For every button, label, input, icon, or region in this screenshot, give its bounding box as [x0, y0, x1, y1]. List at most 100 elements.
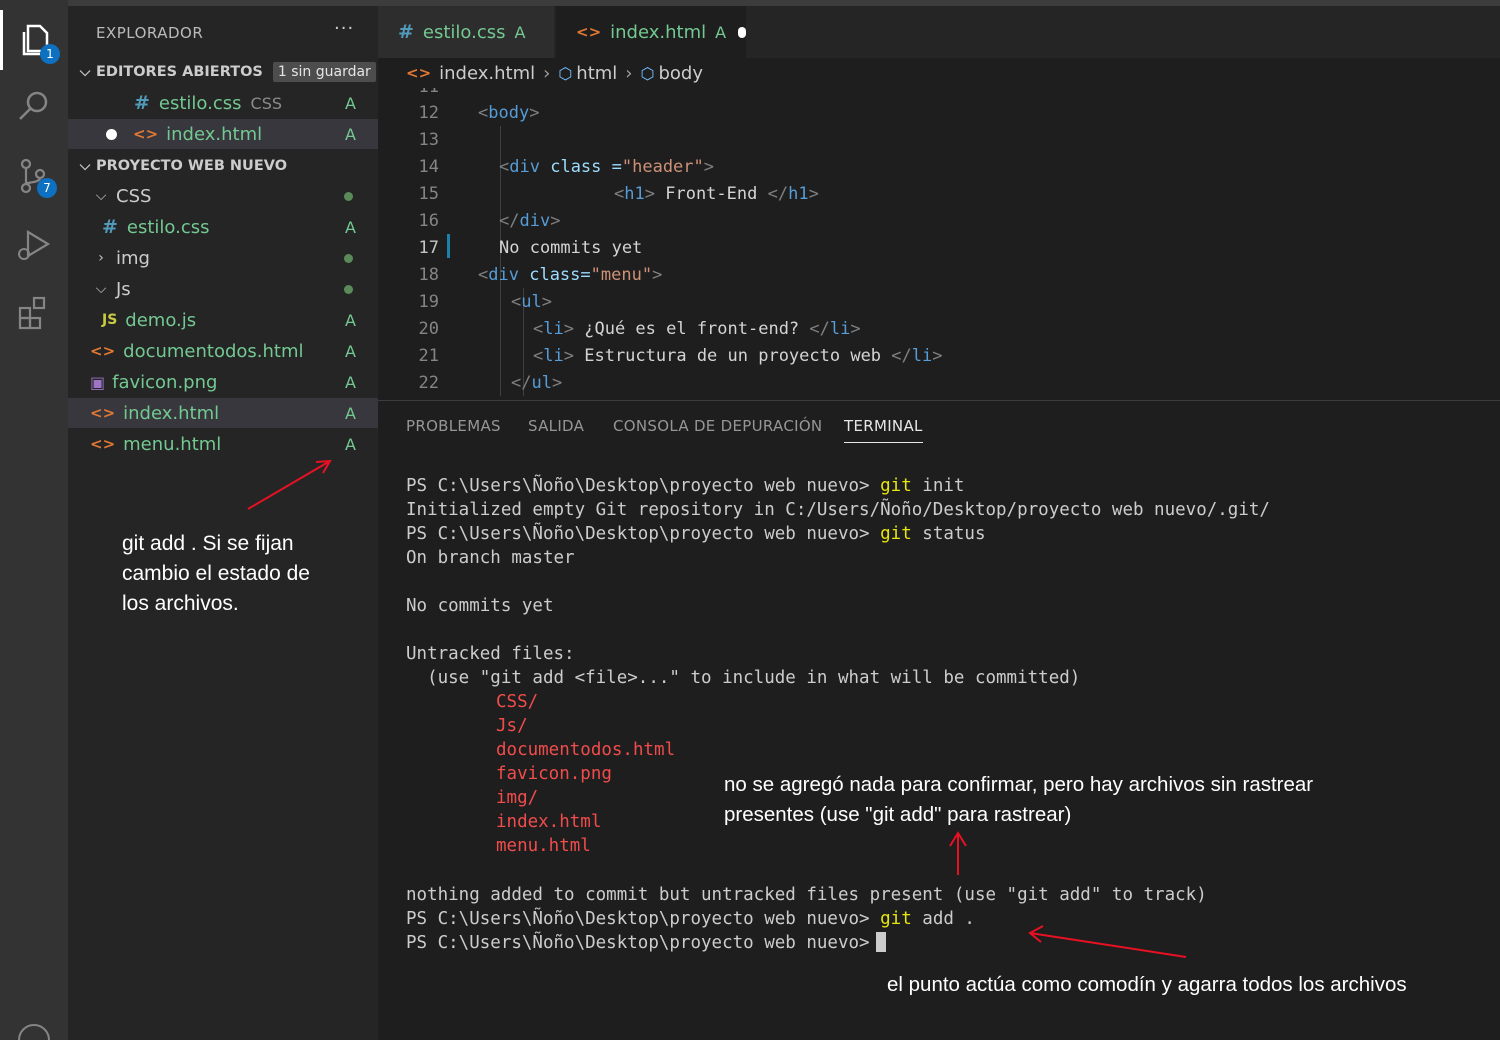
- unsaved-dot-icon[interactable]: [738, 26, 746, 38]
- terminal-line: PS C:\Users\Ñoño\Desktop\proyecto web nu…: [406, 476, 965, 496]
- html-file-icon: <>: [133, 125, 159, 143]
- code-line: 20 <li> ¿Qué es el front-end? </li>: [418, 319, 861, 339]
- open-editor-desc: CSS: [250, 93, 282, 113]
- editor-tabs: # estilo.css A <> index.html A: [378, 6, 1500, 58]
- file-item[interactable]: JS demo.js A: [68, 305, 378, 335]
- file-name: favicon.png: [112, 371, 218, 393]
- tab-problems[interactable]: PROBLEMAS: [406, 417, 501, 435]
- html-file-icon: <>: [90, 404, 116, 422]
- tab-status: A: [514, 22, 526, 42]
- file-name: index.html: [123, 402, 220, 424]
- terminal-cursor: [875, 932, 886, 952]
- folder-item[interactable]: ⌵ Js: [68, 274, 378, 304]
- tab-status: A: [715, 22, 727, 42]
- terminal-line: Initialized empty Git repository in C:/U…: [406, 500, 1270, 520]
- file-name: documentodos.html: [123, 340, 304, 362]
- file-item[interactable]: ▣ favicon.png A: [68, 367, 378, 397]
- terminal-line: nothing added to commit but untracked fi…: [406, 885, 1207, 905]
- explorer-sidebar: EXPLORADOR ··· ⌵ EDITORES ABIERTOS 1 sin…: [68, 6, 378, 1040]
- file-item[interactable]: <> menu.html A: [68, 429, 378, 459]
- code-line: 16 </div>: [418, 211, 561, 231]
- unsaved-badge: 1 sin guardar: [272, 62, 376, 82]
- git-status-added: A: [345, 217, 356, 237]
- search-button[interactable]: [0, 76, 68, 136]
- code-line: 22 </ul>: [418, 373, 563, 393]
- chevron-down-icon: ⌵: [79, 64, 91, 80]
- terminal-line: PS C:\Users\Ñoño\Desktop\proyecto web nu…: [406, 931, 886, 955]
- project-header[interactable]: ⌵ PROYECTO WEB NUEVO: [68, 151, 378, 181]
- css-file-icon: #: [102, 216, 118, 238]
- tab-index-html[interactable]: <> index.html A: [556, 6, 746, 58]
- annotation-dot-wildcard: el punto actúa como comodín y agarra tod…: [887, 973, 1407, 996]
- extensions-button[interactable]: [0, 282, 68, 342]
- tab-estilo-css[interactable]: # estilo.css A: [378, 6, 554, 58]
- scm-badge: 7: [37, 178, 57, 198]
- untracked-file: CSS/: [496, 692, 539, 712]
- chevron-right-icon: ›: [98, 250, 104, 266]
- open-editor-item[interactable]: # estilo.css CSS A: [68, 88, 378, 118]
- code-line: 14 <div class ="header">: [418, 157, 715, 177]
- folder-item[interactable]: › img: [68, 243, 378, 273]
- git-status-added: A: [345, 93, 356, 113]
- git-status-added: A: [345, 403, 356, 423]
- code-line: 17 No commits yet: [418, 238, 643, 258]
- git-status-added: A: [345, 372, 356, 392]
- run-debug-icon: [18, 230, 51, 260]
- git-status-added: A: [345, 434, 356, 454]
- folder-name: img: [116, 247, 150, 269]
- folder-item[interactable]: ⌵ CSS: [68, 181, 378, 211]
- terminal-line: Untracked files:: [406, 644, 575, 664]
- untracked-file: img/: [496, 788, 539, 808]
- html-file-icon: <>: [90, 342, 116, 360]
- file-name: demo.js: [125, 309, 197, 331]
- file-item[interactable]: <> index.html A: [68, 398, 378, 428]
- image-file-icon: ▣: [90, 372, 106, 392]
- git-status-added: A: [345, 341, 356, 361]
- breadcrumb-body[interactable]: body: [658, 63, 703, 84]
- explorer-badge: 1: [40, 44, 60, 64]
- bottom-panel: PROBLEMAS SALIDA CONSOLA DE DEPURACIÓN T…: [378, 400, 1500, 1040]
- tab-output[interactable]: SALIDA: [528, 417, 584, 435]
- more-actions-button[interactable]: ···: [334, 18, 354, 39]
- open-editors-header[interactable]: ⌵ EDITORES ABIERTOS 1 sin guardar: [68, 57, 378, 87]
- code-line: 21 <li> Estructura de un proyecto web </l…: [418, 346, 943, 366]
- element-icon: ⬡: [640, 63, 655, 83]
- terminal-line: On branch master: [406, 548, 575, 568]
- chevron-right-icon: ›: [625, 62, 633, 84]
- breadcrumb-file[interactable]: index.html: [439, 63, 535, 84]
- tab-terminal[interactable]: TERMINAL: [844, 417, 923, 443]
- breadcrumb-html[interactable]: html: [576, 63, 617, 84]
- unsaved-dot-icon[interactable]: [106, 128, 117, 140]
- tab-label: index.html: [610, 21, 707, 43]
- annotation-nothing-added: no se agregó nada para confirmar, pero h…: [724, 773, 1314, 826]
- file-item[interactable]: <> documentodos.html A: [68, 336, 378, 366]
- code-editor[interactable]: 11 12<body> 13 14<div class ="header"> 1…: [378, 88, 1500, 400]
- untracked-file: documentodos.html: [496, 740, 676, 760]
- code-line: 18 <div class="menu">: [418, 265, 663, 285]
- tab-label: estilo.css: [422, 21, 506, 43]
- activity-bar: 1 7: [0, 0, 68, 1040]
- explorer-button[interactable]: 1: [0, 10, 68, 70]
- terminal-line: No commits yet: [406, 596, 554, 616]
- html-file-icon: <>: [406, 64, 432, 82]
- extensions-icon: [18, 296, 46, 330]
- file-name: menu.html: [123, 433, 222, 455]
- file-name: estilo.css: [126, 216, 210, 238]
- git-status-added: A: [345, 310, 356, 330]
- code-line: 13: [418, 130, 439, 150]
- code-line: 12 <body>: [418, 103, 540, 123]
- open-editor-name: index.html: [166, 123, 263, 145]
- code-line: 19 <ul>: [418, 292, 552, 312]
- search-icon: [19, 91, 48, 120]
- element-icon: ⬡: [558, 63, 573, 83]
- html-file-icon: <>: [90, 435, 116, 453]
- tab-debug-console[interactable]: CONSOLA DE DEPURACIÓN: [613, 417, 822, 435]
- open-editor-item[interactable]: <> index.html A: [68, 119, 378, 149]
- run-debug-button[interactable]: [0, 214, 68, 274]
- accounts-icon[interactable]: [18, 1024, 50, 1040]
- js-file-icon: JS: [102, 312, 118, 328]
- untracked-file: favicon.png: [496, 764, 612, 784]
- css-file-icon: #: [134, 92, 150, 114]
- file-item[interactable]: # estilo.css A: [68, 212, 378, 242]
- source-control-button[interactable]: 7: [0, 146, 68, 206]
